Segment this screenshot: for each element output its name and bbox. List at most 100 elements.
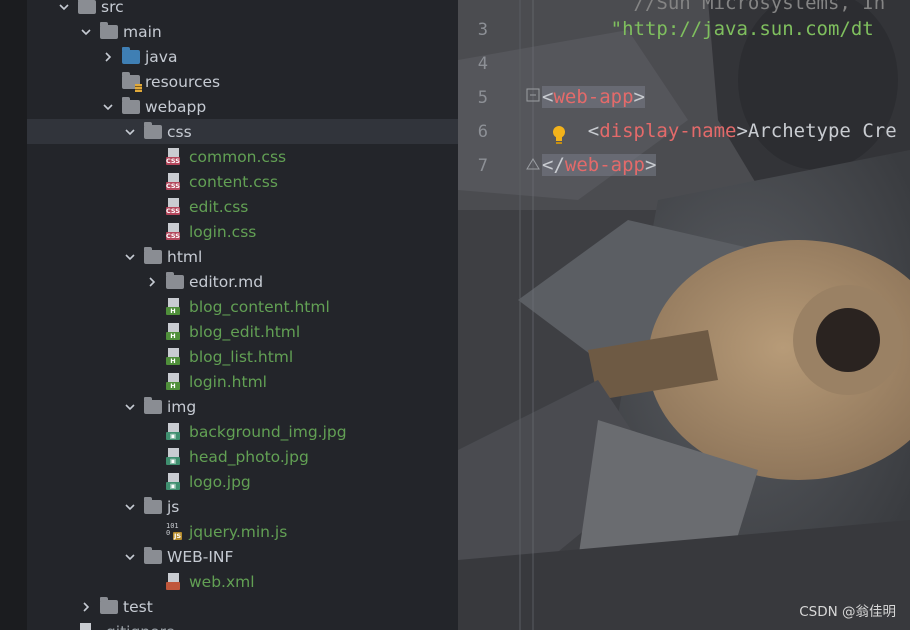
folder-icon (144, 496, 162, 516)
tree-item-label: main (123, 22, 162, 41)
tree-item-label: js (167, 497, 180, 516)
tree-item[interactable]: CSS common.css (27, 144, 458, 169)
fold-close-icon[interactable] (526, 156, 540, 170)
tree-item[interactable]: java (27, 44, 458, 69)
html-file-icon: H (166, 322, 184, 341)
css-file-icon: CSS (166, 222, 184, 241)
tree-item-label: jquery.min.js (189, 522, 288, 541)
tree-item-label: web.xml (189, 572, 255, 591)
tree-item[interactable]: Hblog_content.html (27, 294, 458, 319)
code-token: web-app (553, 86, 634, 108)
tree-item[interactable]: html (27, 244, 458, 269)
image-file-icon: ▣ (166, 447, 184, 466)
css-file-icon: CSS (166, 172, 184, 191)
html-file-icon: H (166, 297, 184, 316)
source-folder-icon (122, 46, 140, 66)
resources-folder-icon (122, 71, 142, 92)
chevron-down-icon[interactable] (122, 499, 138, 515)
tree-item-label: blog_content.html (189, 297, 330, 316)
tree-item[interactable]: Hblog_edit.html (27, 319, 458, 344)
tree-item[interactable]: web.xml (27, 569, 458, 594)
tree-item-label: login.css (189, 222, 257, 241)
tree-item[interactable]: ▣ background_img.jpg (27, 419, 458, 444)
html-file-icon: H (166, 372, 184, 391)
tree-item[interactable]: CSS content.css (27, 169, 458, 194)
tree-item-label: src (101, 0, 124, 16)
tree-item[interactable]: css (27, 119, 458, 144)
tree-item-label: img (167, 397, 197, 416)
tree-item[interactable]: editor.md (27, 269, 458, 294)
code-token: display-name (599, 120, 737, 142)
tree-item[interactable]: ▣ head_photo.jpg (27, 444, 458, 469)
tree-item-label: blog_list.html (189, 347, 294, 366)
html-file-icon: H (166, 347, 184, 366)
tree-item-label: WEB-INF (167, 547, 234, 566)
code-token: < (542, 86, 554, 108)
js-file-icon: 101 0 JS (166, 521, 182, 540)
tree-item-label: login.html (189, 372, 267, 391)
folder-icon (144, 121, 162, 141)
tree-item-label: edit.css (189, 197, 249, 216)
code-token: < (542, 120, 600, 142)
tree-item-label: editor.md (189, 272, 264, 291)
tree-item-label: background_img.jpg (189, 422, 347, 441)
xml-file-icon (166, 572, 184, 591)
tree-item-label: test (123, 597, 153, 616)
tree-item[interactable]: webapp (27, 94, 458, 119)
tree-item[interactable]: js (27, 494, 458, 519)
folder-icon (144, 246, 162, 266)
image-file-icon: ▣ (166, 422, 184, 441)
css-file-icon: CSS (166, 197, 184, 216)
tree-item[interactable]: CSS edit.css (27, 194, 458, 219)
code-editor[interactable]: 34567 //Sun Microsystems, In "http://jav… (458, 0, 910, 630)
tree-item[interactable]: .gitignore (27, 619, 458, 630)
tree-gutter (0, 0, 27, 630)
folder-icon (100, 21, 118, 41)
code-line[interactable]: <web-app> (542, 86, 645, 108)
tree-item-label: blog_edit.html (189, 322, 301, 341)
chevron-down-icon[interactable] (122, 399, 138, 415)
chevron-right-icon[interactable] (78, 599, 94, 615)
tree-item[interactable]: WEB-INF (27, 544, 458, 569)
folder-icon (78, 0, 96, 16)
chevron-down-icon[interactable] (122, 549, 138, 565)
project-tree-panel: src main java resources webapp css CSS common.c… (0, 0, 458, 630)
watermark-text: CSDN @翁佳明 (799, 604, 896, 620)
chevron-down-icon[interactable] (122, 249, 138, 265)
folder-icon (144, 546, 162, 566)
tree-item[interactable]: img (27, 394, 458, 419)
image-file-icon: ▣ (166, 472, 184, 491)
file-icon (78, 622, 96, 630)
tree-item[interactable]: ▣ logo.jpg (27, 469, 458, 494)
tree-item[interactable]: Hlogin.html (27, 369, 458, 394)
fold-open-icon[interactable] (526, 88, 540, 102)
tree-item[interactable]: Hblog_list.html (27, 344, 458, 369)
tree-item[interactable]: test (27, 594, 458, 619)
chevron-down-icon[interactable] (78, 24, 94, 40)
tree-item[interactable]: CSS login.css (27, 219, 458, 244)
folder-icon (144, 396, 162, 416)
tree-item[interactable]: src (27, 0, 458, 19)
chevron-down-icon[interactable] (100, 99, 116, 115)
code-line[interactable]: </web-app> (542, 154, 657, 176)
tree-item[interactable]: resources (27, 69, 458, 94)
chevron-down-icon[interactable] (122, 124, 138, 140)
tree-item-label: head_photo.jpg (189, 447, 309, 466)
code-line[interactable]: "http://java.sun.com/dt (542, 18, 874, 40)
tree-item-label: html (167, 247, 203, 266)
chevron-right-icon[interactable] (144, 274, 160, 290)
tree-item[interactable]: main (27, 19, 458, 44)
tree-item-label: content.css (189, 172, 278, 191)
code-token: > (644, 154, 657, 176)
tree-item-label: common.css (189, 147, 287, 166)
code-token: //Sun Microsystems, In (542, 0, 886, 14)
code-line[interactable]: <display-name>Archetype Cre (542, 120, 897, 142)
css-file-icon: CSS (166, 147, 184, 166)
code-line[interactable]: //Sun Microsystems, In (542, 0, 886, 14)
tree-item-label: .gitignore (101, 623, 175, 630)
tree-item-label: java (145, 47, 178, 66)
code-token: >Archetype Cre (736, 120, 897, 142)
chevron-right-icon[interactable] (100, 49, 116, 65)
tree-item[interactable]: 101 0 JS jquery.min.js (27, 519, 458, 544)
chevron-down-icon[interactable] (56, 0, 72, 15)
